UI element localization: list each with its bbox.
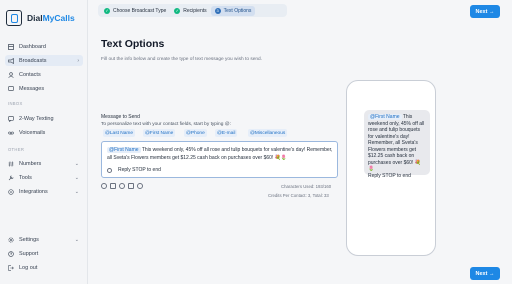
chip-phone[interactable]: @Phone	[184, 129, 207, 137]
sidebar-item-support[interactable]: Support	[5, 248, 83, 259]
sidebar-item-label: Support	[19, 250, 39, 257]
merge-tag-first-name: @First Name	[107, 147, 141, 153]
chevron-down-icon: ⌄	[74, 236, 79, 243]
sidebar-item-2-way-texting[interactable]: 2-Way Texting	[5, 113, 83, 124]
help-icon	[8, 250, 14, 257]
message-editor[interactable]: @First Name This weekend only, 45% off a…	[101, 141, 338, 178]
sidebar-item-numbers[interactable]: Numbers ⌄	[5, 158, 83, 169]
message-text: This weekend only, 45% off all rose and …	[107, 147, 333, 161]
preview-text: This weekend only, 45% off all rose and …	[368, 114, 425, 172]
step-label: Choose Broadcast Type	[113, 7, 167, 14]
check-circle-icon: ✓	[174, 7, 181, 14]
sidebar-item-label: Numbers	[19, 160, 42, 167]
sidebar-item-label: Integrations	[19, 188, 48, 195]
hash-icon	[8, 160, 14, 167]
sidebar-item-broadcasts[interactable]: Broadcasts ›	[5, 55, 83, 66]
link-icon[interactable]	[119, 183, 125, 189]
template-icon[interactable]	[137, 183, 143, 189]
page-subtitle: Fill out the info below and create the t…	[101, 57, 263, 62]
reply-stop-icon	[107, 167, 112, 173]
editor-toolbar	[101, 183, 143, 189]
gear-icon	[8, 236, 14, 243]
contacts-icon	[8, 71, 14, 78]
dashboard-icon	[8, 43, 14, 50]
arrow-right-icon: →	[488, 8, 495, 15]
step-choose-broadcast-type[interactable]: ✓ Choose Broadcast Type	[100, 6, 170, 16]
chevron-right-icon: ›	[77, 57, 79, 64]
chip-email[interactable]: @E-mail	[215, 129, 238, 137]
broadcast-stepper: ✓ Choose Broadcast Type ✓ Recipients 3 T…	[98, 4, 287, 17]
sidebar-item-label: Tools	[19, 174, 32, 181]
sidebar-item-label: 2-Way Texting	[19, 115, 54, 122]
preview-reply-stop: Reply STOP to end	[368, 172, 411, 179]
chip-first-name[interactable]: @First Name	[143, 129, 176, 137]
tools-icon	[8, 174, 14, 181]
preview-merge-tag: @First Name	[368, 114, 402, 120]
chevron-down-icon: ⌄	[74, 174, 79, 181]
sidebar-item-label: Broadcasts	[19, 57, 47, 64]
arrow-right-icon: →	[488, 270, 495, 277]
shortcode-icon[interactable]	[128, 183, 134, 189]
sidebar-item-dashboard[interactable]: Dashboard	[5, 41, 83, 52]
app-logo[interactable]: DialMyCalls	[6, 10, 75, 26]
sidebar-item-label: Settings	[19, 236, 39, 243]
sidebar-item-messages[interactable]: Messages	[5, 83, 83, 94]
characters-used: Characters Used: 193/160	[281, 184, 332, 189]
message-label: Message to Send	[101, 114, 140, 120]
attachment-icon[interactable]	[110, 183, 116, 189]
next-button-top[interactable]: Next →	[470, 5, 500, 18]
sidebar-item-label: Contacts	[19, 71, 41, 78]
step-label: Text Options	[223, 7, 252, 14]
check-circle-icon: ✓	[104, 7, 110, 14]
chevron-down-icon: ⌄	[74, 188, 79, 195]
chip-miscellaneous[interactable]: @Miscellaneous	[248, 129, 288, 137]
message-icon	[8, 85, 14, 92]
logo-phone-icon	[6, 10, 22, 26]
voicemail-icon	[8, 130, 14, 136]
page-title: Text Options	[101, 38, 165, 50]
logout-icon	[8, 264, 14, 271]
sidebar-item-label: Voicemails	[19, 129, 46, 136]
sidebar-item-tools[interactable]: Tools ⌄	[5, 172, 83, 183]
chat-icon	[8, 115, 14, 122]
logo-text-mycalls: MyCalls	[42, 13, 75, 23]
step-text-options[interactable]: 3 Text Options	[210, 5, 256, 16]
sidebar-item-settings[interactable]: Settings ⌄	[5, 234, 83, 245]
step-recipients[interactable]: ✓ Recipients	[170, 6, 210, 16]
sidebar-item-label: Log out	[19, 264, 38, 271]
sidebar-item-integrations[interactable]: Integrations ⌄	[5, 186, 83, 197]
sidebar-item-voicemails[interactable]: Voicemails	[5, 127, 83, 138]
sidebar-item-contacts[interactable]: Contacts	[5, 69, 83, 80]
megaphone-icon	[8, 57, 14, 64]
emoji-icon[interactable]	[101, 183, 107, 189]
next-button-bottom[interactable]: Next →	[470, 267, 500, 280]
reply-stop-text: Reply STOP to end	[118, 167, 161, 173]
personalize-hint: To personalize text with your contact fi…	[101, 122, 231, 127]
sidebar-item-label: Dashboard	[19, 43, 46, 50]
section-inbox: INBOX	[8, 101, 23, 106]
section-other: OTHER	[8, 147, 25, 152]
step-label: Recipients	[183, 7, 207, 14]
integrations-icon	[8, 188, 14, 195]
sidebar-item-label: Messages	[19, 85, 45, 92]
sms-preview-bubble: @First Name This weekend only, 45% off a…	[364, 110, 430, 179]
logo-text-dial: Dial	[27, 13, 43, 23]
sidebar: DialMyCalls Dashboard Broadcasts › Conta…	[0, 0, 88, 284]
chip-last-name[interactable]: @Last Name	[103, 129, 136, 137]
chevron-down-icon: ⌄	[74, 160, 79, 167]
credits-per-contact: Credits Per Contact: 3, Total: 33	[268, 193, 329, 198]
step-number-badge: 3	[214, 7, 221, 14]
sidebar-item-logout[interactable]: Log out	[5, 262, 83, 273]
